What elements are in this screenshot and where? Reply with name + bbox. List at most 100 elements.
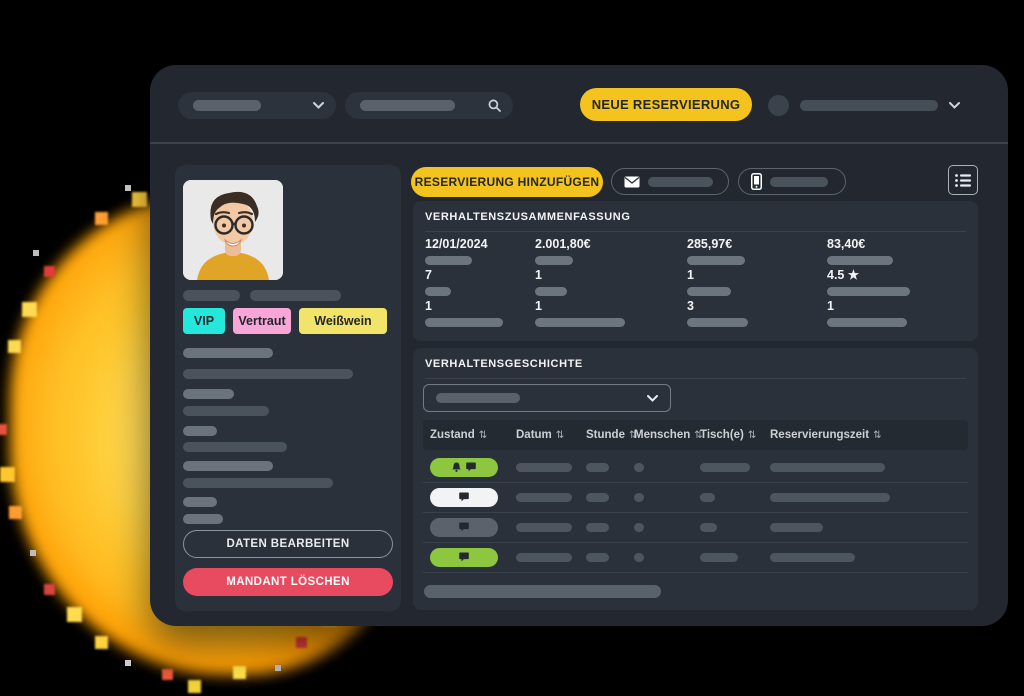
chat-bubble-icon [459, 492, 469, 502]
chat-bubble-icon [459, 522, 469, 532]
stunde-placeholder-bar [586, 552, 609, 562]
history-title: VERHALTENSGESCHICHTE [425, 358, 583, 370]
list-icon [955, 173, 971, 187]
stat-value: 1 [425, 299, 432, 313]
add-reservation-button[interactable]: RESERVIERUNG HINZUFÜGEN [411, 167, 603, 197]
portrait-illustration [183, 180, 283, 280]
status-pill-green[interactable] [430, 547, 498, 567]
column-header-zustand[interactable]: Zustand ⇅ [430, 429, 516, 441]
summary-stats-row: 12/01/2024 2.001,80€ 285,97€ 83,40€ [425, 238, 966, 265]
detail-placeholder-bar [183, 461, 273, 471]
stat-count: 1 [827, 300, 966, 327]
stat-value: 3 [687, 299, 694, 313]
stat-count: 1 [535, 300, 687, 327]
email-contact-pill[interactable] [611, 168, 729, 195]
chevron-down-icon [647, 394, 658, 402]
stat-rating: 4.5 ★ [827, 269, 966, 296]
stat-label-placeholder [827, 256, 893, 265]
detail-placeholder-bar [183, 514, 223, 524]
datum-placeholder-bar [516, 462, 572, 472]
search-placeholder-bar [360, 100, 455, 111]
phone-contact-pill[interactable] [738, 168, 846, 195]
stat-label-placeholder [425, 287, 451, 296]
new-reservation-button[interactable]: NEUE RESERVIERUNG [580, 88, 752, 121]
search-input[interactable] [345, 92, 513, 119]
stat-label-placeholder [425, 318, 503, 327]
status-pill-green[interactable] [430, 457, 498, 477]
stunde-placeholder-bar [586, 492, 609, 502]
behavior-summary-panel: VERHALTENSZUSAMMENFASSUNG 12/01/2024 2.0… [413, 201, 978, 341]
column-header-menschen[interactable]: Menschen ⇅ [634, 429, 703, 441]
history-table-row[interactable] [423, 542, 968, 572]
column-header-reservierungszeit[interactable]: Reservierungszeit ⇅ [770, 429, 968, 441]
stat-value: 1 [687, 268, 694, 282]
email-placeholder-bar [648, 176, 713, 187]
location-select[interactable] [178, 92, 336, 119]
datum-placeholder-bar [516, 552, 572, 562]
stat-total-spend: 2.001,80€ [535, 238, 687, 265]
history-table-header: Zustand ⇅ Datum ⇅ Stunde ⇅ Menschen ⇅ Tisch(… [423, 420, 968, 450]
phone-placeholder-bar [770, 176, 828, 187]
topbar: NEUE RESERVIERUNG [150, 65, 1008, 144]
envelope-icon [624, 176, 640, 187]
summary-title: VERHALTENSZUSAMMENFASSUNG [425, 211, 631, 223]
stat-value: 83,40€ [827, 237, 866, 251]
stat-label-placeholder [827, 287, 910, 296]
chevron-down-icon [313, 102, 324, 109]
chat-bubble-icon [459, 552, 469, 562]
row-divider [423, 572, 968, 573]
name-placeholder-bar [250, 290, 341, 301]
tische-placeholder-bar [700, 492, 715, 502]
sort-icon: ⇅ [873, 429, 882, 441]
sort-icon: ⇅ [747, 429, 757, 441]
chevron-down-icon [949, 102, 960, 109]
column-label: Tisch(e) [700, 429, 744, 441]
stat-label-placeholder [535, 256, 573, 265]
status-pill-white[interactable] [430, 487, 498, 507]
sort-icon: ⇅ [555, 429, 565, 441]
user-menu[interactable] [768, 90, 986, 121]
page-background: NEUE RESERVIERUNG VIP Vertraut Weißwein … [0, 0, 1024, 696]
status-pill-gray[interactable] [430, 517, 498, 537]
menschen-placeholder-bar [634, 522, 644, 532]
stunde-placeholder-bar [586, 522, 609, 532]
edit-data-button[interactable]: DATEN BEARBEITEN [183, 530, 393, 558]
tag-weisswein: Weißwein [299, 308, 387, 334]
datum-placeholder-bar [516, 522, 572, 532]
stat-avg-spend: 285,97€ [687, 238, 827, 265]
stat-label-placeholder [687, 318, 748, 327]
chat-bubble-icon [466, 462, 476, 472]
stat-value: 1 [535, 299, 542, 313]
stat-count: 7 [425, 269, 535, 296]
tische-placeholder-bar [700, 552, 738, 562]
stat-label-placeholder [687, 256, 745, 265]
stat-label-placeholder [687, 287, 731, 296]
column-header-tische[interactable]: Tisch(e) ⇅ [700, 429, 770, 441]
sort-icon: ⇅ [478, 429, 488, 441]
column-label: Menschen [634, 429, 691, 441]
client-profile-panel: VIP Vertraut Weißwein DATEN BEARBEITEN M… [175, 165, 401, 611]
history-filter-dropdown[interactable] [423, 384, 671, 412]
stat-label-placeholder [425, 256, 472, 265]
column-header-datum[interactable]: Datum ⇅ [516, 429, 586, 441]
search-icon [488, 99, 501, 112]
smartphone-icon [751, 173, 762, 190]
tag-vip: VIP [183, 308, 225, 334]
history-table-row[interactable] [423, 482, 968, 512]
stat-value: 7 [425, 268, 432, 282]
zeit-placeholder-bar [770, 552, 855, 562]
history-table-row[interactable] [423, 512, 968, 542]
pagination-placeholder-bar [424, 585, 661, 598]
stat-label-placeholder [535, 287, 567, 296]
delete-client-button[interactable]: MANDANT LÖSCHEN [183, 568, 393, 596]
detail-placeholder-bar [183, 497, 217, 507]
history-table-row[interactable] [423, 452, 968, 482]
stat-count: 1 [425, 300, 535, 327]
column-header-stunde[interactable]: Stunde ⇅ [586, 429, 637, 441]
divider [425, 231, 966, 232]
column-label: Reservierungszeit [770, 429, 870, 441]
detail-placeholder-bar [183, 389, 234, 399]
list-view-button[interactable] [948, 165, 978, 195]
stat-count: 1 [535, 269, 687, 296]
stat-value: 1 [827, 299, 834, 313]
